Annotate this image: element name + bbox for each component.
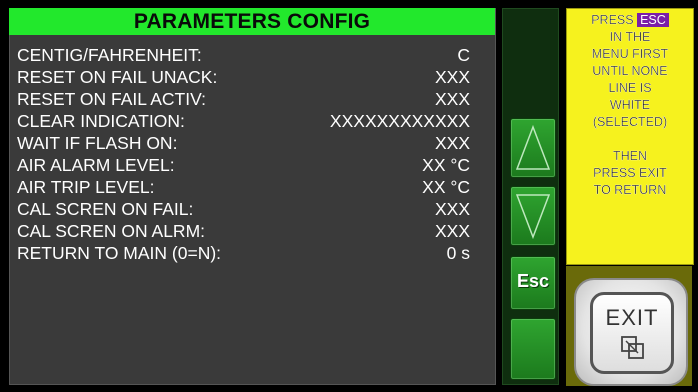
- param-row-clear-indication[interactable]: CLEAR INDICATION: XXXXXXXXXXXX: [17, 110, 470, 132]
- help-line: (SELECTED): [592, 115, 668, 129]
- param-row-centig[interactable]: CENTIG/FAHRENHEIT: C: [17, 44, 470, 66]
- param-value: XXXXXXXXXXXX: [329, 111, 470, 131]
- param-row-cal-screen-alarm[interactable]: CAL SCREN ON ALRM: XXX: [17, 220, 470, 242]
- param-label: AIR TRIP LEVEL:: [17, 177, 155, 197]
- param-value: XXX: [434, 89, 470, 109]
- help-line: [567, 131, 693, 148]
- exit-button[interactable]: EXIT: [574, 278, 688, 386]
- param-value: XXX: [434, 133, 470, 153]
- help-panel: PRESS ESC IN THE MENU FIRST UNTIL NONE L…: [566, 8, 694, 265]
- param-label: WAIT IF FLASH ON:: [17, 133, 178, 153]
- hmi-screen: PARAMETERS CONFIG CENTIG/FAHRENHEIT: C R…: [0, 0, 698, 392]
- esc-button[interactable]: Esc: [510, 256, 556, 310]
- param-label: CAL SCREN ON FAIL:: [17, 199, 194, 219]
- param-value: XXX: [434, 221, 470, 241]
- param-row-return-to-main[interactable]: RETURN TO MAIN (0=N): 0 s: [17, 242, 470, 264]
- triangle-up-icon: [515, 124, 551, 170]
- param-value: XX °C: [422, 177, 470, 197]
- help-line: IN THE: [609, 30, 651, 44]
- param-value: XX °C: [422, 155, 470, 175]
- help-line: THEN: [612, 149, 648, 163]
- param-row-air-trip-level[interactable]: AIR TRIP LEVEL: XX °C: [17, 176, 470, 198]
- scroll-down-button[interactable]: [510, 186, 556, 246]
- exit-button-label: EXIT: [605, 305, 659, 330]
- param-value: 0 s: [446, 243, 470, 263]
- param-value: XXX: [434, 67, 470, 87]
- triangle-down-icon: [515, 194, 551, 240]
- scroll-up-button[interactable]: [510, 118, 556, 178]
- help-line-press: PRESS ESC: [567, 12, 693, 29]
- help-line: UNTIL NONE: [592, 64, 668, 78]
- blank-nav-button[interactable]: [510, 318, 556, 380]
- param-row-air-alarm-level[interactable]: AIR ALARM LEVEL: XX °C: [17, 154, 470, 176]
- page-title: PARAMETERS CONFIG: [9, 8, 495, 35]
- exit-button-face: EXIT: [590, 292, 674, 374]
- help-line: PRESS EXIT: [593, 166, 667, 180]
- param-label: RESET ON FAIL UNACK:: [17, 67, 218, 87]
- param-value: C: [457, 45, 470, 65]
- help-line: LINE IS: [608, 81, 652, 95]
- esc-button-label: Esc: [516, 271, 550, 291]
- param-label: RESET ON FAIL ACTIV:: [17, 89, 206, 109]
- param-label: CAL SCREN ON ALRM:: [17, 221, 206, 241]
- param-value: XXX: [434, 199, 470, 219]
- help-line: MENU FIRST: [591, 47, 669, 61]
- param-row-wait-if-flash[interactable]: WAIT IF FLASH ON: XXX: [17, 132, 470, 154]
- param-row-reset-fail-activ[interactable]: RESET ON FAIL ACTIV: XXX: [17, 88, 470, 110]
- param-label: CENTIG/FAHRENHEIT:: [17, 45, 202, 65]
- help-line: TO RETURN: [593, 183, 667, 197]
- help-press-text: PRESS: [591, 13, 634, 27]
- esc-badge: ESC: [637, 13, 669, 27]
- help-line: WHITE: [609, 98, 651, 112]
- param-label: AIR ALARM LEVEL:: [17, 155, 175, 175]
- param-label: RETURN TO MAIN (0=N):: [17, 243, 222, 263]
- exit-squares-icon: [621, 336, 644, 359]
- param-label: CLEAR INDICATION:: [17, 111, 185, 131]
- param-row-reset-fail-unack[interactable]: RESET ON FAIL UNACK: XXX: [17, 66, 470, 88]
- param-row-cal-screen-fail[interactable]: CAL SCREN ON FAIL: XXX: [17, 198, 470, 220]
